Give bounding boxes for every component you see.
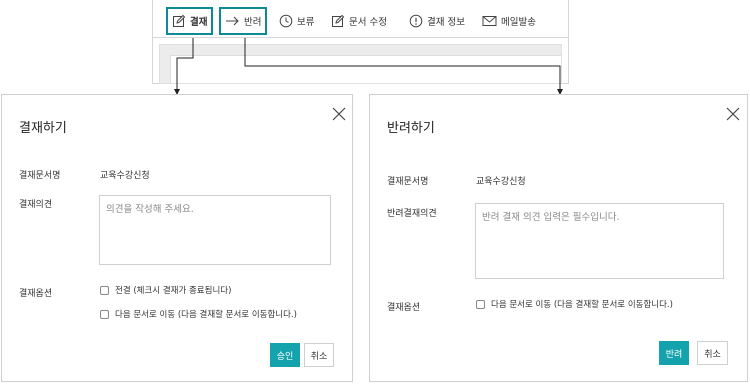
options-label: 결재옵션 (387, 303, 421, 313)
next-document-label: 다음 문서로 이동 (다음 결재할 문서로 이동합니다.) (115, 310, 297, 320)
final-approval-checkbox[interactable]: 전결 (체크시 결재가 종료됩니다) (100, 284, 231, 296)
mail-icon (482, 16, 497, 26)
checkbox-box[interactable] (100, 285, 109, 295)
edit-icon (173, 14, 186, 27)
toolbar: 결재 반려 보류 문서 수정 결재 정보 메일발송 (153, 0, 568, 38)
approve-dialog: 결재하기 결재문서명 교육수강신청 결재의견 결재옵션 전결 (체크시 결재가 … (1, 94, 353, 382)
reject-confirm-button[interactable]: 반려 (659, 341, 689, 365)
send-mail-button[interactable]: 메일발송 (482, 9, 536, 33)
clock-icon (279, 14, 293, 28)
close-reject-dialog-button[interactable] (725, 106, 741, 122)
close-approve-dialog-button[interactable] (331, 106, 347, 122)
doc-name-value: 교육수강신청 (100, 171, 150, 181)
doc-name-label: 결재문서명 (387, 177, 429, 187)
edit-document-label: 문서 수정 (349, 17, 387, 28)
approval-info-label: 결재 정보 (427, 17, 465, 28)
reject-opinion-input[interactable] (475, 203, 724, 279)
doc-name-value: 교육수강신청 (476, 177, 526, 187)
next-document-checkbox[interactable]: 다음 문서로 이동 (다음 결재할 문서로 이동합니다.) (100, 308, 297, 320)
approval-info-button[interactable]: 결재 정보 (409, 9, 465, 33)
info-circle-icon (409, 14, 423, 28)
reject-cancel-button[interactable]: 취소 (697, 341, 728, 365)
checkbox-box[interactable] (476, 299, 485, 309)
hold-button[interactable]: 보류 (279, 9, 314, 33)
opinion-label: 결재의견 (19, 200, 53, 210)
reject-button-label: 반려 (244, 17, 262, 28)
close-icon (332, 107, 346, 121)
reject-dialog: 반려하기 결재문서명 교육수강신청 반려결재의견 결재옵션 다음 문서로 이동 … (369, 94, 748, 382)
document-toolbar-panel: 결재 반려 보류 문서 수정 결재 정보 메일발송 (152, 0, 569, 84)
reject-dialog-title: 반려하기 (387, 121, 435, 136)
options-label: 결재옵션 (19, 289, 53, 299)
approve-opinion-input[interactable] (99, 195, 331, 265)
approve-button[interactable]: 결재 (165, 7, 214, 35)
arrow-right-icon (226, 16, 239, 26)
reject-opinion-label: 반려결재의견 (387, 209, 437, 219)
approve-confirm-button[interactable]: 승인 (270, 343, 300, 367)
edit-icon (332, 14, 345, 27)
hold-button-label: 보류 (297, 17, 315, 28)
final-approval-label: 전결 (체크시 결재가 종료됩니다) (115, 286, 232, 296)
close-icon (726, 107, 740, 121)
document-preview-inner (170, 55, 561, 83)
send-mail-label: 메일발송 (501, 17, 536, 28)
next-document-checkbox[interactable]: 다음 문서로 이동 (다음 결재할 문서로 이동합니다.) (476, 298, 673, 310)
checkbox-box[interactable] (100, 309, 109, 319)
next-document-label: 다음 문서로 이동 (다음 결재할 문서로 이동합니다.) (491, 300, 673, 310)
approve-button-label: 결재 (190, 17, 208, 28)
approve-cancel-button[interactable]: 취소 (304, 343, 334, 367)
doc-name-label: 결재문서명 (19, 171, 61, 181)
reject-button[interactable]: 반려 (218, 7, 268, 35)
approve-dialog-title: 결재하기 (19, 121, 67, 136)
edit-document-button[interactable]: 문서 수정 (331, 9, 387, 33)
document-preview-area (159, 44, 562, 84)
